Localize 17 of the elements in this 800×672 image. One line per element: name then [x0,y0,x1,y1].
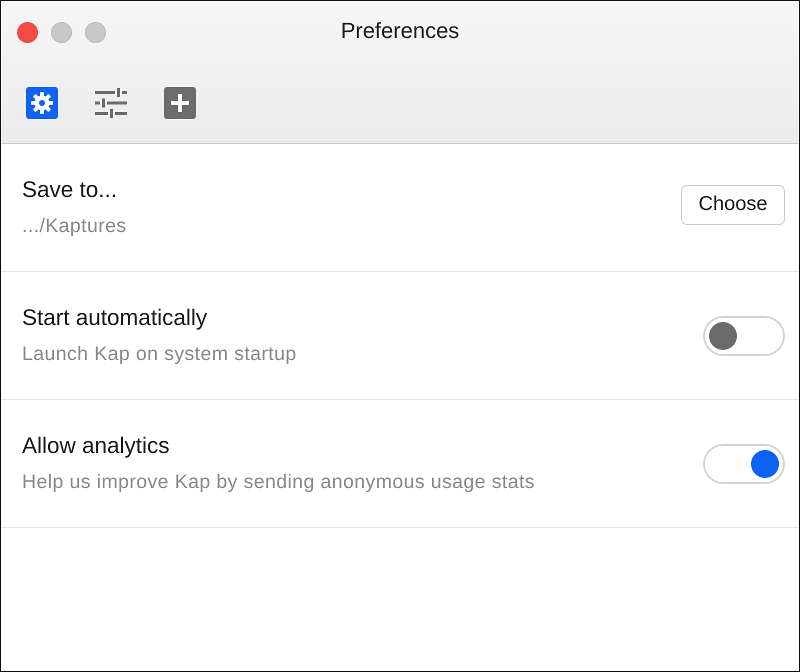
close-button[interactable] [17,22,38,42]
setting-description: Help us improve Kap by sending anonymous usage stats [22,471,535,494]
setting-description: Launch Kap on system startup [22,343,297,366]
setting-title: Save to... [22,177,118,203]
window-title: Preferences [340,18,460,44]
toolbar-tab[interactable] [164,87,196,119]
toggle-switch[interactable] [703,316,785,356]
setting-title: Start automatically [22,305,208,331]
choose-button[interactable]: Choose [681,184,785,224]
toggle-switch[interactable] [703,444,785,484]
toolbar-tab[interactable] [26,87,58,119]
setting-title: Allow analytics [22,433,171,459]
sliders-icon [95,87,127,119]
toolbar-tab[interactable] [95,87,127,119]
gear-icon [26,87,58,119]
setting-description: .../Kaptures [22,215,127,238]
plus-icon [164,87,196,119]
